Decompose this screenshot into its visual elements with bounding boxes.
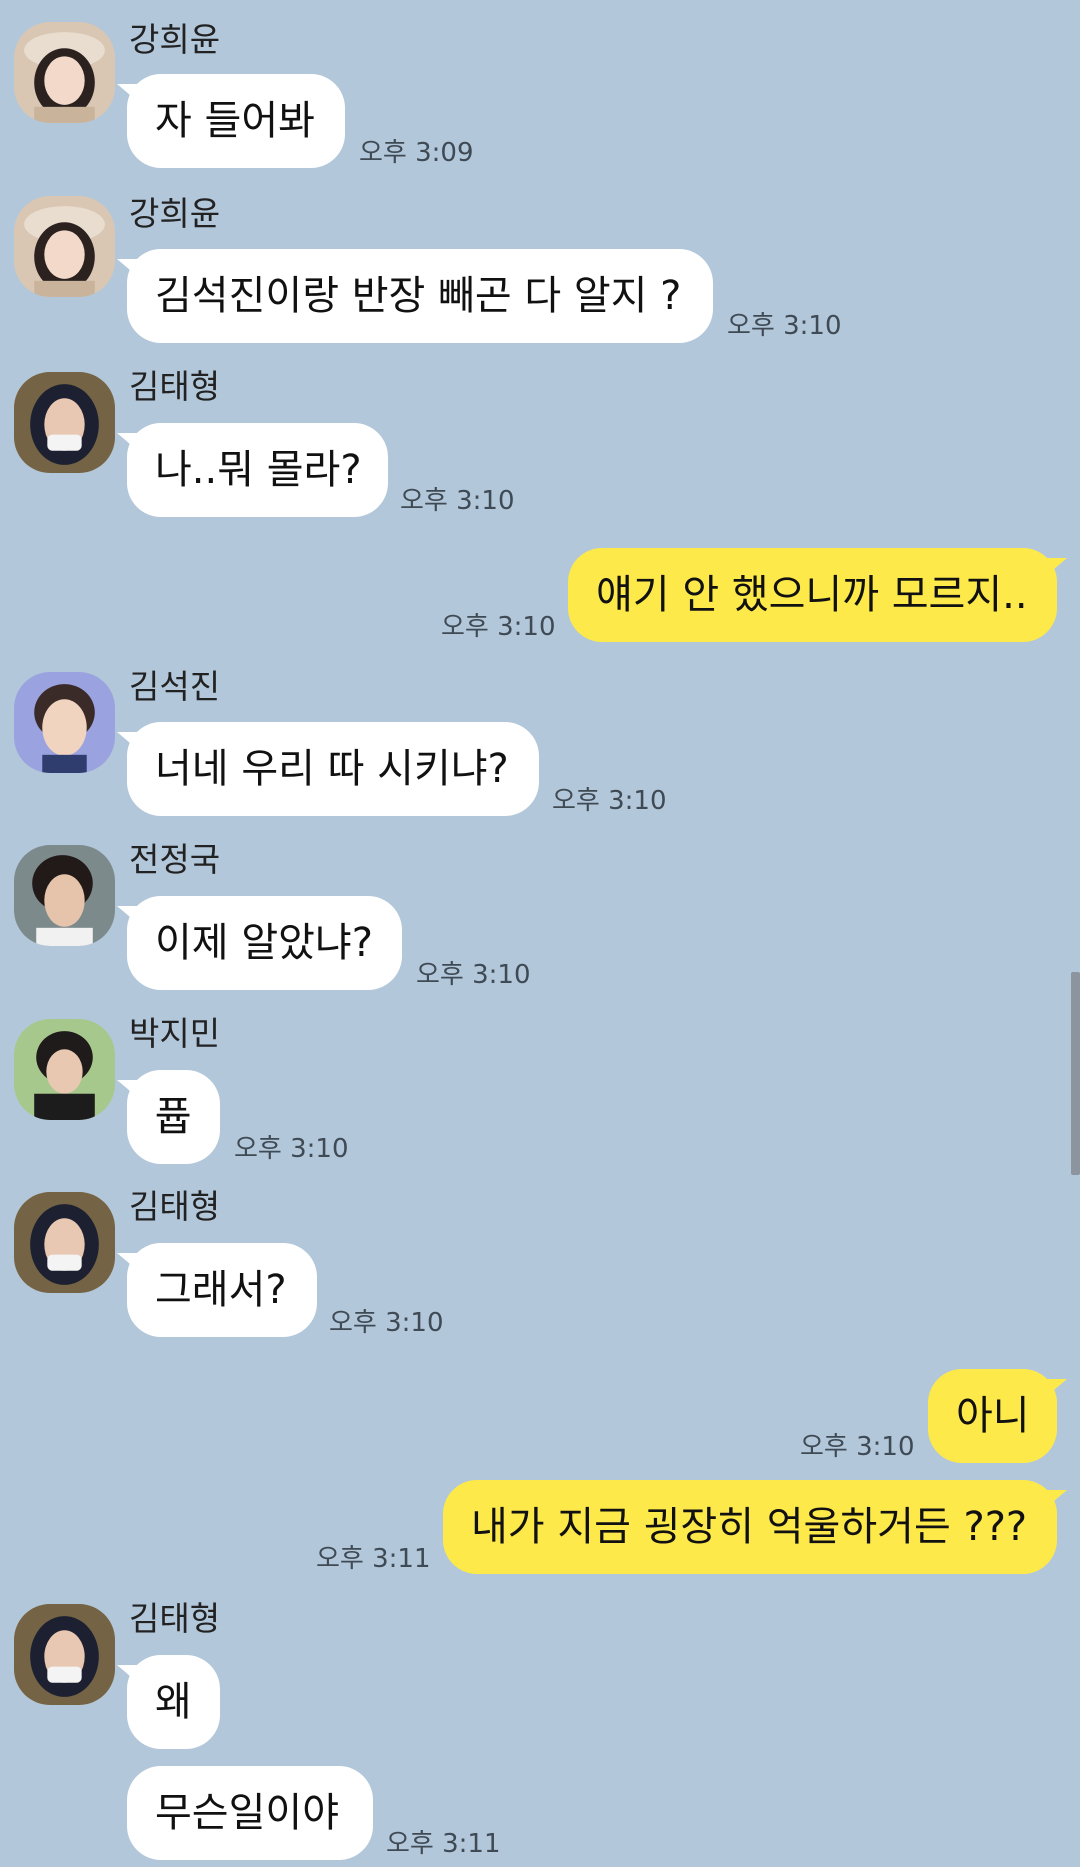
message-timestamp: 오후 3:11 <box>316 1544 431 1574</box>
avatar-park-jimin[interactable] <box>14 1019 115 1120</box>
message-bubble[interactable]: 너네 우리 따 시키냐? <box>127 722 539 816</box>
message-bubble[interactable]: 그래서? <box>127 1243 317 1337</box>
avatar-kim-taehyung[interactable] <box>14 372 115 473</box>
message-bubble[interactable]: 내가 지금 굉장히 억울하거든 ??? <box>443 1480 1057 1574</box>
sender-name: 강희윤 <box>129 194 221 233</box>
message-timestamp: 오후 3:10 <box>441 612 556 642</box>
avatar-kim-seokjin[interactable] <box>14 672 115 773</box>
message-bubble[interactable]: 왜 <box>127 1655 220 1749</box>
message-bubble[interactable]: 자 들어봐 <box>127 74 345 168</box>
sender-name: 전정국 <box>129 840 221 879</box>
avatar-kim-taehyung[interactable] <box>14 1604 115 1705</box>
message-timestamp: 오후 3:10 <box>329 1308 444 1338</box>
message-timestamp: 오후 3:10 <box>800 1432 915 1462</box>
sender-name: 박지민 <box>129 1014 221 1053</box>
avatar-kang-heeyun[interactable] <box>14 196 115 297</box>
sender-name: 강희윤 <box>129 20 221 59</box>
message-bubble[interactable]: 김석진이랑 반장 빼곤 다 알지 ? <box>127 249 713 343</box>
message-timestamp: 오후 3:10 <box>552 786 667 816</box>
sender-name: 김석진 <box>129 667 221 706</box>
message-timestamp: 오후 3:09 <box>359 138 474 168</box>
sender-name: 김태형 <box>129 1187 221 1226</box>
message-bubble[interactable]: 이제 알았냐? <box>127 896 402 990</box>
message-timestamp: 오후 3:11 <box>386 1829 501 1859</box>
message-bubble[interactable]: 아니 <box>928 1369 1057 1463</box>
message-timestamp: 오후 3:10 <box>400 486 515 516</box>
message-bubble[interactable]: 나..뭐 몰라? <box>127 423 388 517</box>
sender-name: 김태형 <box>129 367 221 406</box>
message-timestamp: 오후 3:10 <box>234 1134 349 1164</box>
scrollbar-thumb[interactable] <box>1071 972 1080 1175</box>
sender-name: 김태형 <box>129 1599 221 1638</box>
avatar-kim-taehyung[interactable] <box>14 1192 115 1293</box>
message-bubble[interactable]: 무슨일이야 <box>127 1766 373 1860</box>
avatar-jeon-jungkook[interactable] <box>14 845 115 946</box>
message-timestamp: 오후 3:10 <box>416 960 531 990</box>
chat-message-list[interactable]: 강희윤 자 들어봐 오후 3:09 강희윤 김석진이랑 반장 빼곤 다 알지 ?… <box>0 0 1080 1867</box>
avatar-kang-heeyun[interactable] <box>14 22 115 123</box>
message-bubble[interactable]: 얘기 안 했으니까 모르지.. <box>568 548 1057 642</box>
message-bubble[interactable]: 퓹 <box>127 1070 220 1164</box>
message-timestamp: 오후 3:10 <box>727 311 842 341</box>
